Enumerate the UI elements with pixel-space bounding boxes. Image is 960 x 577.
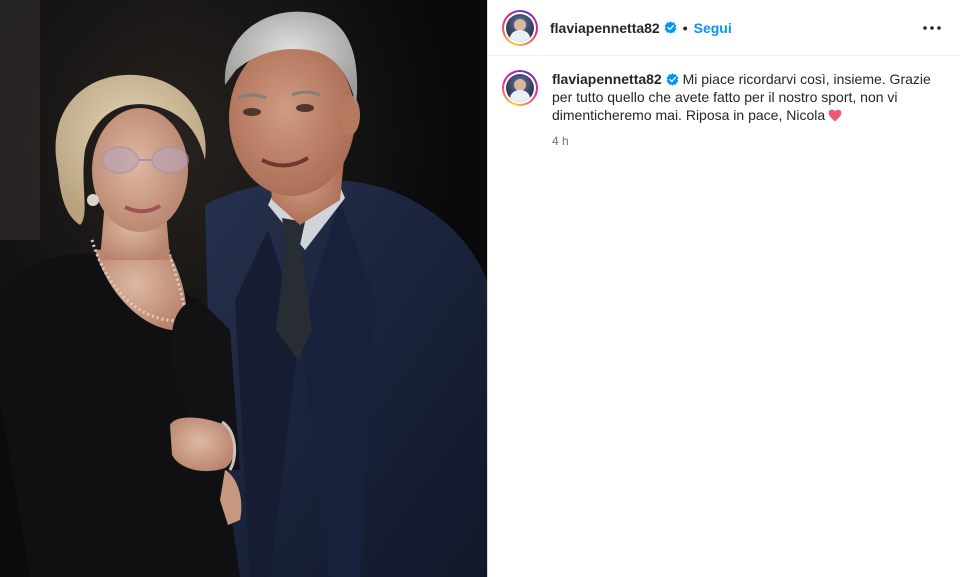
caption-avatar[interactable] <box>502 70 538 106</box>
post-side-panel: flaviapennetta82 • Segui flaviapennetta8… <box>487 0 960 577</box>
username-link[interactable]: flaviapennetta82 <box>550 20 660 36</box>
caption-row: flaviapennetta82 Mi piace ricordarvi cos… <box>488 56 960 148</box>
heart-emoji-icon <box>828 108 842 126</box>
post-timestamp: 4 h <box>552 134 569 148</box>
more-options-icon[interactable] <box>920 16 944 40</box>
caption-username-link[interactable]: flaviapennetta82 <box>552 71 662 87</box>
caption-text: flaviapennetta82 Mi piace ricordarvi cos… <box>552 70 944 126</box>
caption-body: flaviapennetta82 Mi piace ricordarvi cos… <box>552 70 944 148</box>
separator-dot: • <box>682 19 688 36</box>
photo-illustration <box>0 0 487 577</box>
avatar-image <box>506 13 534 42</box>
profile-avatar[interactable] <box>502 9 538 46</box>
post-photo[interactable] <box>0 0 487 577</box>
post-header: flaviapennetta82 • Segui <box>488 0 960 56</box>
follow-button[interactable]: Segui <box>694 20 732 36</box>
verified-badge-icon <box>664 21 677 34</box>
instagram-post: flaviapennetta82 • Segui flaviapennetta8… <box>0 0 960 577</box>
avatar-image <box>506 74 534 102</box>
verified-badge-icon <box>666 73 679 86</box>
